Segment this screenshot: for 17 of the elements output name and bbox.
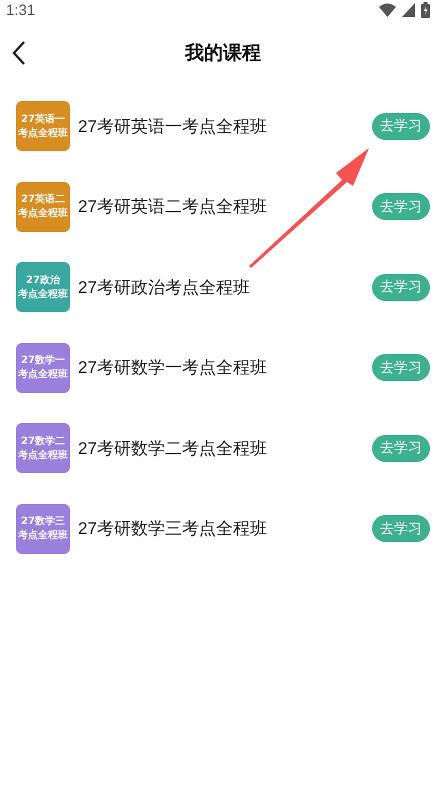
status-time: 1:31: [6, 2, 36, 18]
course-cover: 27数学二 考点全程班: [16, 423, 70, 474]
course-cover: 27数学一 考点全程班: [16, 342, 70, 393]
signal-icon: [402, 3, 415, 17]
back-icon[interactable]: [12, 40, 26, 66]
wifi-icon: [379, 3, 396, 17]
course-title[interactable]: 27考研数学一考点全程班: [78, 356, 372, 380]
course-title[interactable]: 27考研英语二考点全程班: [78, 195, 372, 218]
course-title[interactable]: 27考研数学三考点全程班: [78, 517, 372, 540]
course-cover: 27数学三 考点全程班: [16, 504, 70, 554]
course-cover: 27英语一 考点全程班: [16, 101, 70, 152]
course-cover: 27英语二 考点全程班: [16, 182, 70, 232]
course-title[interactable]: 27考研政治考点全程班: [78, 276, 372, 299]
course-title[interactable]: 27考研数学二考点全程班: [78, 436, 372, 460]
course-title[interactable]: 27考研英语一考点全程班: [78, 114, 372, 138]
page-title: 我的课程: [185, 41, 261, 66]
course-cover: 27政治 考点全程班: [16, 262, 70, 312]
